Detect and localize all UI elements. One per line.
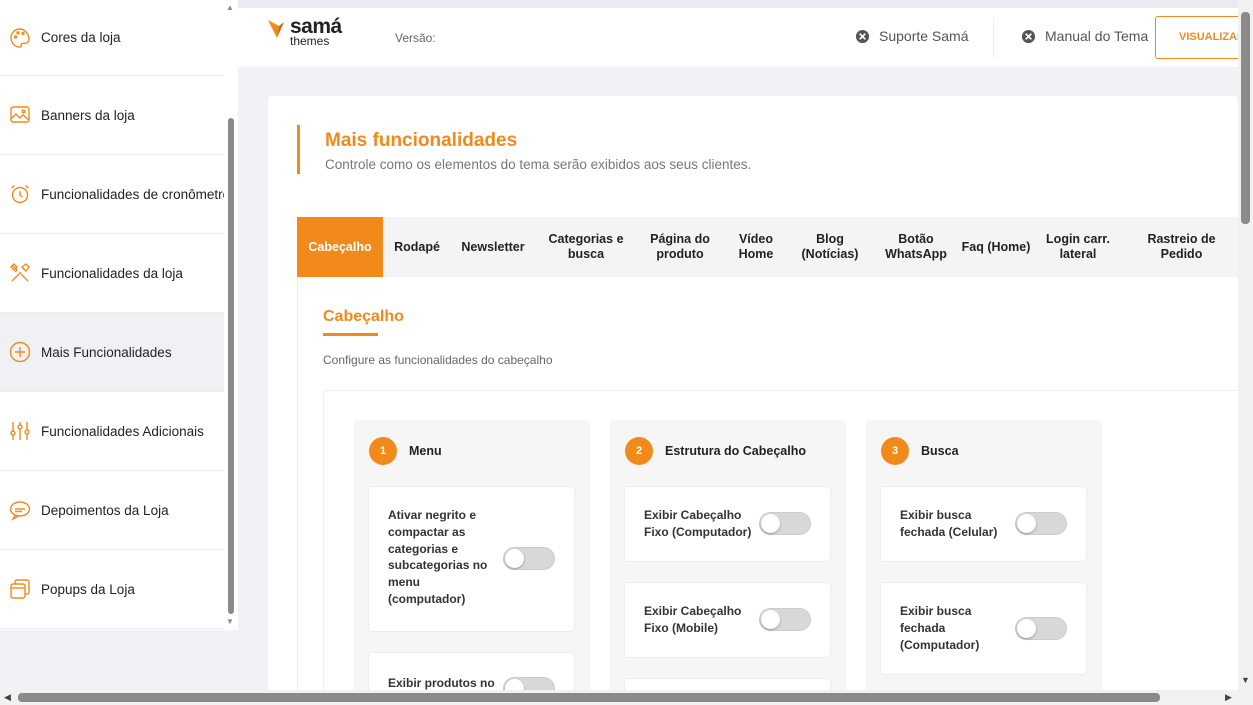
option-label: Exibir Cabeçalho Fixo (Computador) [644, 508, 752, 539]
toggle-knob [1017, 514, 1036, 533]
manual-icon [1021, 29, 1036, 43]
option-card: Exibir busca fechada (Celular) [880, 486, 1087, 562]
step-number-badge: 1 [369, 437, 397, 465]
sidebar-item-label: Banners da loja [41, 107, 135, 123]
tab-video-home[interactable]: Vídeo Home [723, 217, 789, 277]
section-title-underline [323, 333, 378, 336]
page-title: Mais funcionalidades [325, 130, 518, 151]
page-subtitle: Controle como os elementos do tema serão… [325, 157, 752, 172]
sidebar-item-label: Mais Funcionalidades [41, 344, 172, 360]
top-header: samá themes Versão: Suporte Samá Manual … [238, 8, 1245, 67]
scroll-left-icon[interactable]: ◀ [4, 692, 11, 703]
tab-rastreio-pedido[interactable]: Rastreio de Pedido [1125, 217, 1238, 277]
sidebar-item-cores[interactable]: Cores da loja [0, 0, 224, 76]
option-label: Exibir Cabeçalho Fixo (Mobile) [644, 604, 742, 635]
tab-bar: Cabeçalho Rodapé Newsletter Categorias e… [297, 217, 1238, 277]
page-horizontal-scrollbar-thumb[interactable] [18, 693, 1160, 702]
page-vertical-scrollbar-thumb[interactable] [1241, 12, 1250, 224]
option-card: Exibir Cabeçalho Fixo (Mobile) [624, 582, 831, 658]
sidebar-item-label: Cores da loja [41, 30, 121, 45]
sidebar-item-banners[interactable]: Banners da loja [0, 76, 224, 155]
top-strip [238, 0, 1238, 8]
tab-content: Cabeçalho Configure as funcionalidades d… [297, 277, 1239, 705]
sidebar-item-label: Funcionalidades Adicionais [41, 423, 204, 439]
option-card: Exibir busca fechada (Computador) [880, 582, 1087, 675]
column-busca: 3 Busca Exibir busca fechada (Celular) E… [866, 420, 1102, 705]
sidebar-scroll-down-icon[interactable]: ▼ [226, 617, 234, 626]
sidebar-item-label: Funcionalidades de cronômetro [41, 186, 224, 202]
image-icon [10, 106, 30, 123]
toggle-knob [1017, 619, 1036, 638]
sidebar-item-funcionalidades-loja[interactable]: Funcionalidades da loja [0, 234, 224, 313]
column-menu: 1 Menu Ativar negrito e compactar as cat… [354, 420, 590, 705]
sidebar-item-cronometro[interactable]: Funcionalidades de cronômetro [0, 155, 224, 234]
option-label: Exibir busca fechada (Celular) [900, 508, 998, 539]
option-toggle[interactable] [1015, 617, 1067, 640]
sidebar-item-depoimentos[interactable]: Depoimentos da Loja [0, 471, 224, 550]
option-card: Exibir Cabeçalho Fixo (Computador) [624, 486, 831, 562]
sidebar-item-funcionalidades-adicionais[interactable]: Funcionalidades Adicionais [0, 392, 224, 471]
column-estrutura-cabecalho: 2 Estrutura do Cabeçalho Exibir Cabeçalh… [610, 420, 846, 705]
tab-faq[interactable]: Faq (Home) [961, 217, 1031, 277]
column-title: Menu [409, 444, 442, 458]
scroll-down-icon[interactable]: ▼ [1241, 675, 1250, 685]
section-title: Cabeçalho [323, 308, 404, 325]
sidebar-item-label: Popups da Loja [41, 581, 135, 597]
tools-icon [10, 263, 30, 282]
visualize-button[interactable]: VISUALIZAR [1155, 16, 1245, 59]
sidebar-scrollbar-thumb[interactable] [228, 118, 234, 614]
version-label: Versão: [395, 31, 436, 45]
option-toggle[interactable] [1015, 512, 1067, 535]
tab-blog[interactable]: Blog (Notícias) [789, 217, 871, 277]
support-icon [855, 29, 870, 43]
column-title: Busca [921, 444, 959, 458]
toggle-knob [761, 514, 780, 533]
sidebar: Cores da loja Banners da loja Funcionali… [0, 0, 224, 630]
toggle-knob [761, 610, 780, 629]
sliders-icon [10, 422, 30, 440]
tab-botao-whatsapp[interactable]: Botão WhatsApp [871, 217, 961, 277]
tab-pagina-produto[interactable]: Página do produto [637, 217, 723, 277]
popup-icon [10, 579, 30, 599]
support-link[interactable]: Suporte Samá [855, 28, 969, 44]
settings-container: 1 Menu Ativar negrito e compactar as cat… [323, 390, 1239, 705]
sidebar-scroll-up-icon[interactable]: ▲ [226, 3, 234, 12]
column-title: Estrutura do Cabeçalho [665, 444, 806, 458]
tab-categorias-busca[interactable]: Categorias e busca [535, 217, 637, 277]
tab-cabecalho[interactable]: Cabeçalho [297, 217, 383, 277]
support-label: Suporte Samá [879, 28, 969, 44]
header-divider [993, 18, 994, 58]
samma-logo[interactable]: samá themes [268, 16, 342, 47]
manual-link[interactable]: Manual do Tema [1021, 28, 1148, 44]
toggle-knob [505, 549, 524, 568]
option-toggle[interactable] [759, 512, 811, 535]
alarm-clock-icon [11, 184, 29, 204]
tab-login-carr-lateral[interactable]: Login carr. lateral [1031, 217, 1125, 277]
plus-circle-icon [9, 341, 31, 363]
sidebar-item-popups[interactable]: Popups da Loja [0, 550, 224, 629]
palette-icon [10, 27, 30, 48]
step-number-badge: 2 [625, 437, 653, 465]
option-card: Ativar negrito e compactar as categorias… [368, 486, 575, 632]
tab-rodape[interactable]: Rodapé [383, 217, 451, 277]
option-toggle[interactable] [759, 608, 811, 631]
tab-newsletter[interactable]: Newsletter [451, 217, 535, 277]
main-panel: Mais funcionalidades Controle como os el… [268, 96, 1239, 705]
sidebar-item-label: Depoimentos da Loja [41, 502, 169, 518]
logo-mark-icon [268, 20, 284, 38]
option-label: Ativar negrito e compactar as categorias… [388, 508, 488, 606]
option-toggle[interactable] [503, 547, 555, 570]
chat-icon [9, 501, 31, 521]
title-accent-bar [297, 125, 300, 174]
sidebar-item-label: Funcionalidades da loja [41, 265, 183, 281]
scroll-right-icon[interactable]: ▶ [1225, 692, 1232, 703]
section-subtitle: Configure as funcionalidades do cabeçalh… [323, 353, 553, 367]
sidebar-item-mais-funcionalidades[interactable]: Mais Funcionalidades [0, 313, 224, 392]
option-label: Exibir busca fechada (Computador) [900, 604, 980, 652]
step-number-badge: 3 [881, 437, 909, 465]
manual-label: Manual do Tema [1045, 28, 1149, 44]
